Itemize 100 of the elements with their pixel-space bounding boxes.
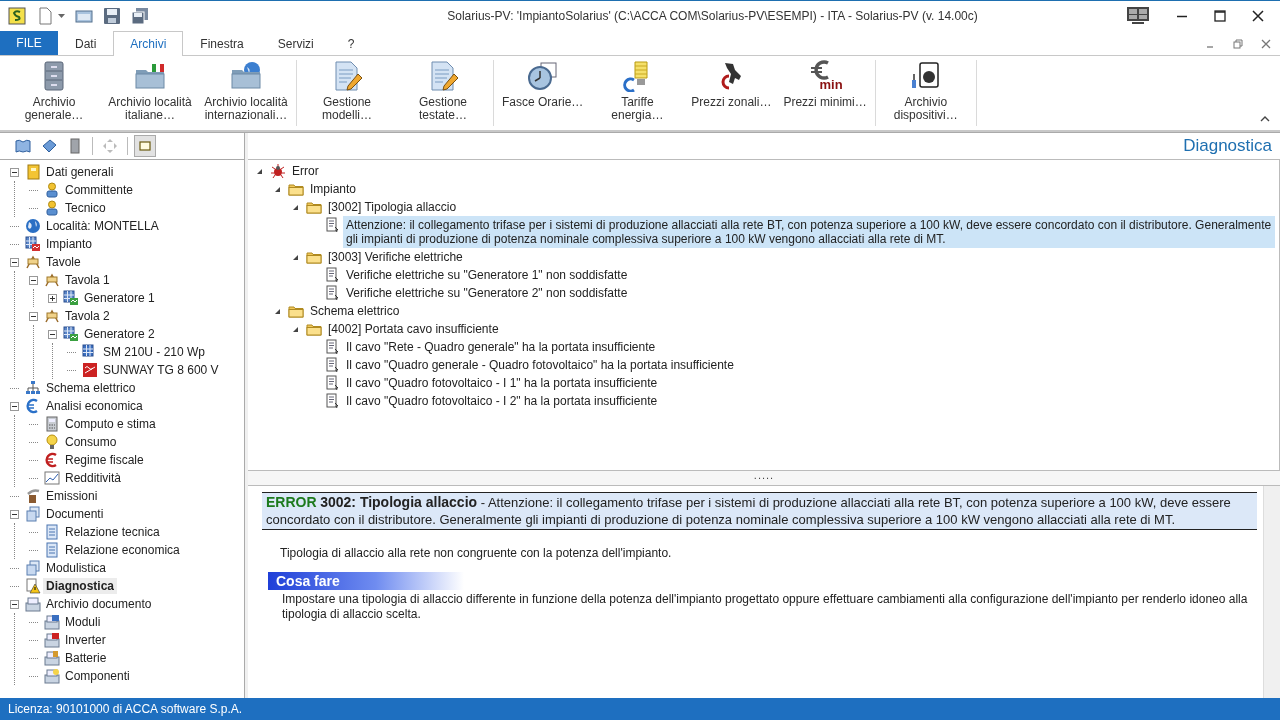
collapse-arrow-icon[interactable] xyxy=(274,307,282,315)
tree-item[interactable]: Inverter xyxy=(62,632,109,648)
ribbon-button[interactable]: Archivio dispositivi… xyxy=(877,60,974,126)
collapse-arrow-icon[interactable] xyxy=(256,167,264,175)
diagnostic-group[interactable]: Error xyxy=(289,162,322,180)
tree-item[interactable]: Schema elettrico xyxy=(43,380,139,396)
ribbon-tab[interactable]: Servizi xyxy=(260,31,331,55)
tree-item[interactable]: Redditività xyxy=(62,470,125,486)
diagnostic-group[interactable]: [4002] Portata cavo insufficiente xyxy=(325,320,502,338)
document-icon xyxy=(44,524,60,540)
diagnostic-message[interactable]: Il cavo "Quadro generale - Quadro fotovoltaico" ha la portata insufficiente xyxy=(343,356,737,374)
tree-item[interactable]: SM 210U - 210 Wp xyxy=(100,344,209,360)
collapse-toggle[interactable] xyxy=(10,167,19,177)
warning-icon xyxy=(25,578,41,594)
maximize-icon[interactable] xyxy=(1214,10,1226,22)
open-window-icon[interactable] xyxy=(75,7,93,25)
tree-item[interactable]: Impianto xyxy=(43,236,96,252)
tree-item[interactable]: Diagnostica xyxy=(43,578,117,594)
grid-icon xyxy=(25,236,41,252)
diagnostic-message[interactable]: Attenzione: il collegamento trifase per i sistemi di produzione allacciati alla rete BT, con potenza superiore a 100 kW, deve essere concordato con il distributore. Generalmente gli impianti di produzione di potenza nominale complessiva superiore a 100 kW vengono allacciati alla rete di MT. xyxy=(343,216,1275,248)
ribbon-button[interactable]: Gestione testate… xyxy=(395,60,491,126)
diagnostic-group[interactable]: [3003] Verifiche elettriche xyxy=(325,248,466,266)
folder-icon xyxy=(306,249,322,265)
ribbon-button[interactable]: min Prezzi minimi… xyxy=(777,60,873,126)
tree-item[interactable]: Località: MONTELLA xyxy=(43,218,162,234)
ribbon-button[interactable]: Tariffe energia… xyxy=(589,60,686,126)
globe-icon xyxy=(25,218,41,234)
tree-item[interactable]: Analisi economica xyxy=(43,398,146,414)
document-icon xyxy=(324,217,340,233)
collapse-arrow-icon[interactable] xyxy=(292,203,300,211)
collapse-toggle[interactable] xyxy=(10,509,19,519)
scrollbar[interactable] xyxy=(1263,486,1280,698)
ribbon-button[interactable]: Fasce Orarie… xyxy=(496,60,590,126)
tree-item[interactable]: Generatore 2 xyxy=(81,326,158,342)
tree-item[interactable]: Relazione tecnica xyxy=(62,524,163,540)
save-all-icon[interactable] xyxy=(131,7,149,25)
diagnostic-group[interactable]: Schema elettrico xyxy=(307,302,403,320)
frame-button[interactable] xyxy=(134,135,156,157)
ribbon-tab[interactable]: Finestra xyxy=(183,31,261,55)
splitter-grip[interactable]: ..... xyxy=(753,471,775,479)
ribbon-tab[interactable]: ? xyxy=(330,31,372,55)
inverter-icon xyxy=(82,362,98,378)
collapse-arrow-icon[interactable] xyxy=(292,325,300,333)
monitor-icon[interactable] xyxy=(1126,6,1150,26)
tree-item[interactable]: Computo e stima xyxy=(62,416,159,432)
restore-icon[interactable] xyxy=(1233,39,1243,49)
collapse-toggle[interactable] xyxy=(10,401,19,411)
tree-item[interactable]: SUNWAY TG 8 600 V xyxy=(100,362,222,378)
ribbon-button[interactable]: Archivio località internazionali… xyxy=(198,60,294,126)
diagnostic-message[interactable]: Il cavo "Quadro fotovoltaico - I 1" ha la portata insufficiente xyxy=(343,374,661,392)
grid-icon xyxy=(63,326,79,342)
diagnostic-message[interactable]: Verifiche elettriche su "Generatore 1" non soddisfatte xyxy=(343,266,631,284)
save-icon[interactable] xyxy=(103,7,121,25)
collapse-arrow-icon[interactable] xyxy=(274,185,282,193)
tree-item[interactable]: Dati generali xyxy=(43,164,117,180)
tree-item[interactable]: Generatore 1 xyxy=(81,290,158,306)
chimney-icon xyxy=(25,488,41,504)
tree-item[interactable]: Consumo xyxy=(62,434,120,450)
ribbon-tab[interactable]: Archivi xyxy=(113,31,184,56)
diagnostic-message[interactable]: Verifiche elettriche su "Generatore 2" non soddisfatte xyxy=(343,284,631,302)
collapse-toggle[interactable] xyxy=(48,329,57,339)
collapse-toggle[interactable] xyxy=(29,275,38,285)
tree-item[interactable]: Tavola 1 xyxy=(62,272,113,288)
ribbon-button[interactable]: Prezzi zonali… xyxy=(685,60,778,126)
tree-item[interactable]: Modulistica xyxy=(43,560,110,576)
tree-item[interactable]: Committente xyxy=(62,182,137,198)
document-icon xyxy=(324,393,340,409)
diagnostic-message[interactable]: Il cavo "Quadro fotovoltaico - I 2" ha la portata insufficiente xyxy=(343,392,661,410)
tree-item[interactable]: Tecnico xyxy=(62,200,109,216)
notebook-icon xyxy=(25,164,41,180)
ribbon-tab[interactable]: Dati xyxy=(58,31,114,55)
tree-item[interactable]: Documenti xyxy=(43,506,107,522)
collapse-ribbon-icon[interactable] xyxy=(1260,116,1270,122)
file-tab[interactable]: FILE xyxy=(0,31,58,55)
tree-item[interactable]: Tavola 2 xyxy=(62,308,113,324)
bug-icon xyxy=(270,163,286,179)
tree-item[interactable]: Batterie xyxy=(62,650,110,666)
ribbon-button[interactable]: Archivio generale… xyxy=(6,60,102,126)
documents-icon xyxy=(25,560,41,576)
tree-item[interactable]: Archivio documento xyxy=(43,596,155,612)
chart-icon xyxy=(44,470,60,486)
document-icon xyxy=(324,357,340,373)
diagnostic-group[interactable]: Impianto xyxy=(307,180,360,198)
diagnostic-group[interactable]: [3002] Tipologia allaccio xyxy=(325,198,460,216)
tree-item[interactable]: Regime fiscale xyxy=(62,452,147,468)
expand-toggle[interactable] xyxy=(48,293,57,303)
collapse-toggle[interactable] xyxy=(10,599,19,609)
tree-item[interactable]: Emissioni xyxy=(43,488,101,504)
collapse-toggle[interactable] xyxy=(29,311,38,321)
tree-item[interactable]: Relazione economica xyxy=(62,542,183,558)
dropdown-caret-icon[interactable] xyxy=(58,14,65,18)
tree-item[interactable]: Tavole xyxy=(43,254,84,270)
tree-item[interactable]: Componenti xyxy=(62,668,133,684)
ribbon-button[interactable]: Gestione modelli… xyxy=(299,60,395,126)
close-icon[interactable] xyxy=(1252,10,1264,22)
collapse-toggle[interactable] xyxy=(10,257,19,267)
collapse-arrow-icon[interactable] xyxy=(292,253,300,261)
diagnostic-message[interactable]: Il cavo "Rete - Quadro generale" ha la portata insufficiente xyxy=(343,338,659,356)
tree-item[interactable]: Moduli xyxy=(62,614,104,630)
ribbon-button[interactable]: Archivio località italiane… xyxy=(102,60,198,126)
